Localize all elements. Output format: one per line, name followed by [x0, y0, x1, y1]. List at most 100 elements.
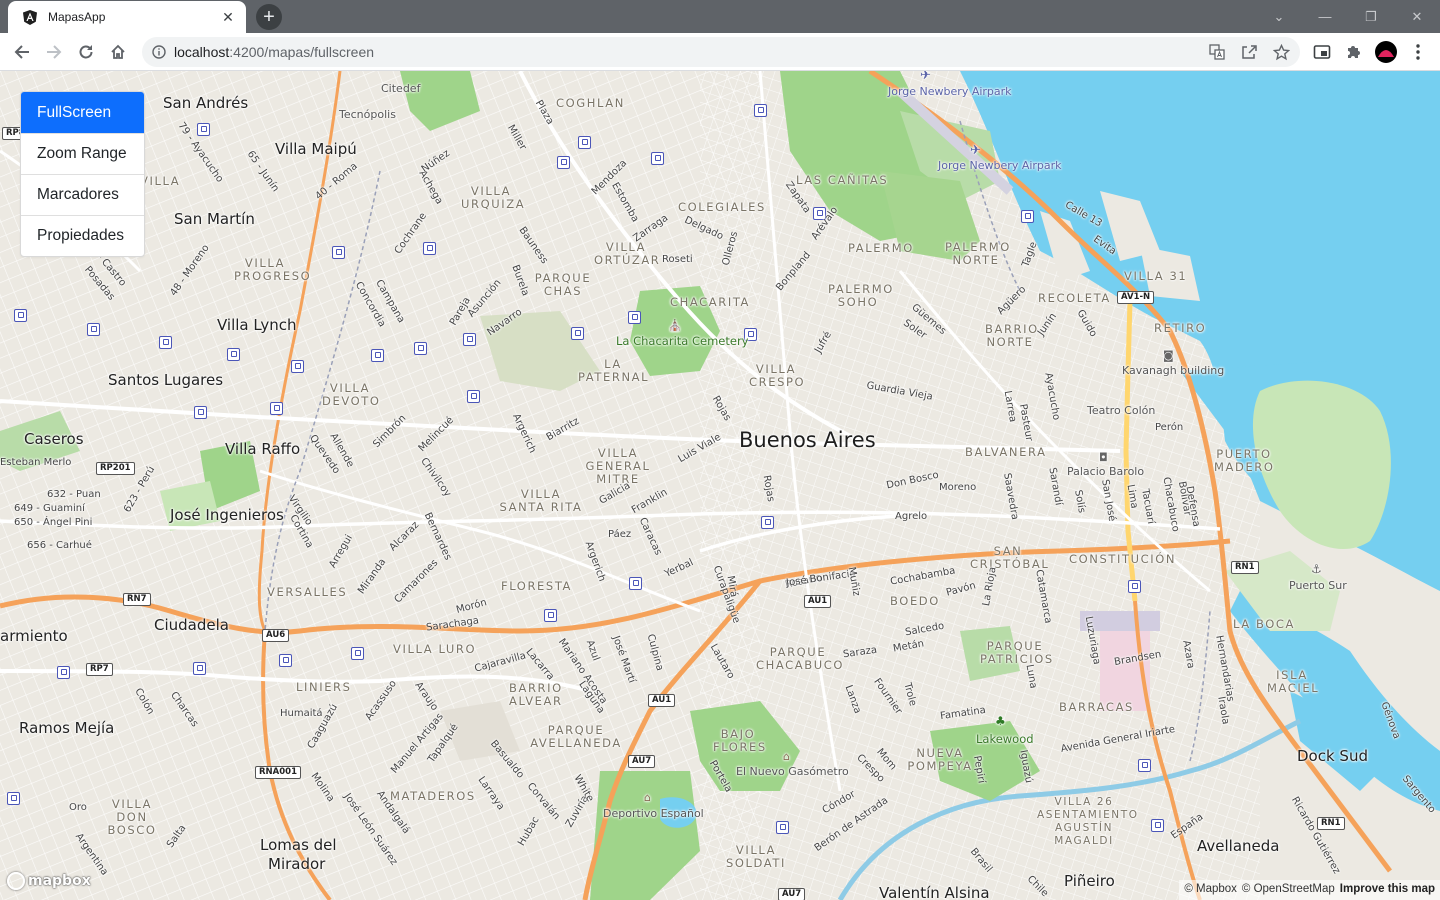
menu-item-fullscreen[interactable]: FullScreen	[21, 92, 144, 133]
rail-station-icon[interactable]	[463, 333, 476, 346]
tree-icon: ♣	[995, 714, 1006, 728]
rail-station-icon[interactable]	[571, 327, 584, 340]
rail-station-icon[interactable]	[557, 156, 570, 169]
browser-tab[interactable]: MapasApp ✕	[8, 1, 246, 33]
rail-station-icon[interactable]	[351, 647, 364, 660]
neighborhood-label: VILLA SANTA RITA	[499, 487, 583, 514]
neighborhood-label: VERSALLES	[267, 585, 348, 599]
road-shield: RP7	[86, 663, 113, 676]
minimize-icon[interactable]: —	[1302, 0, 1348, 33]
rail-station-icon[interactable]	[57, 666, 70, 679]
rail-station-icon[interactable]	[1138, 759, 1151, 772]
rail-station-icon[interactable]	[332, 246, 345, 259]
rail-station-icon[interactable]	[776, 821, 789, 834]
street-label: Perón	[1155, 422, 1184, 433]
reload-icon[interactable]	[72, 38, 100, 66]
translate-icon[interactable]	[1208, 43, 1226, 61]
road-shield: RP201	[96, 462, 135, 475]
poi-label: Teatro Colón	[1087, 404, 1156, 417]
profile-avatar[interactable]	[1375, 41, 1397, 63]
city-label: Caseros	[24, 430, 84, 448]
address-bar[interactable]: localhost:4200/mapas/fullscreen	[142, 37, 1300, 67]
poi-label: Kavanagh building	[1122, 364, 1225, 377]
neighborhood-label: VILLA 26 ASENTAMIENTO AGUSTÍN MAGALDI	[1037, 796, 1139, 847]
rail-station-icon[interactable]	[194, 406, 207, 419]
back-icon[interactable]	[8, 38, 36, 66]
restore-icon[interactable]: ❐	[1348, 0, 1394, 33]
rail-station-icon[interactable]	[1128, 580, 1141, 593]
rail-station-icon[interactable]	[578, 136, 591, 149]
rail-station-icon[interactable]	[227, 348, 240, 361]
mapbox-attribution-link[interactable]: © Mapbox	[1184, 883, 1237, 897]
neighborhood-label: RETIRO	[1154, 321, 1207, 335]
info-icon[interactable]	[152, 45, 166, 59]
city-label: Piñeiro	[1064, 872, 1115, 890]
rail-station-icon[interactable]	[197, 123, 210, 136]
street-label: Agrelo	[895, 511, 928, 522]
improve-map-link[interactable]: Improve this map	[1340, 883, 1435, 897]
rail-station-icon[interactable]	[279, 654, 292, 667]
street-label: Roseti	[662, 254, 693, 265]
menu-item-marcadores[interactable]: Marcadores	[21, 174, 144, 215]
neighborhood-label: BARRIO ALVEAR	[509, 681, 563, 708]
extensions-puzzle-icon[interactable]	[1344, 42, 1364, 62]
poi-label: Puerto Sur	[1289, 579, 1347, 592]
neighborhood-label: CONSTITUCIÓN	[1069, 552, 1177, 566]
browser-toolbar: localhost:4200/mapas/fullscreen	[0, 33, 1440, 71]
rail-station-icon[interactable]	[159, 336, 172, 349]
rail-station-icon[interactable]	[193, 662, 206, 675]
rail-station-icon[interactable]	[1021, 210, 1034, 223]
reading-mode-icon[interactable]	[1312, 42, 1332, 62]
neighborhood-label: PUERTO MADERO	[1214, 447, 1275, 474]
city-label: Avellaneda	[1197, 837, 1280, 855]
rail-station-icon[interactable]	[14, 309, 27, 322]
share-icon[interactable]	[1240, 43, 1258, 61]
rail-station-icon[interactable]	[754, 104, 767, 117]
home-icon[interactable]	[104, 38, 132, 66]
poi-label: Lakewood	[976, 732, 1034, 746]
rail-station-icon[interactable]	[629, 577, 642, 590]
new-tab-button[interactable]: +	[256, 4, 282, 30]
rail-station-icon[interactable]	[628, 311, 641, 324]
bookmark-star-icon[interactable]	[1272, 43, 1290, 61]
rail-station-icon[interactable]	[7, 792, 20, 805]
browser-menu-icon[interactable]	[1408, 42, 1428, 62]
neighborhood-label: PARQUE CHACABUCO	[756, 645, 845, 672]
camera-icon: ◙	[1163, 349, 1174, 362]
rail-station-icon[interactable]	[414, 342, 427, 355]
rail-station-icon[interactable]	[761, 516, 774, 529]
road-shield: AU7	[778, 888, 806, 900]
rail-station-icon[interactable]	[291, 360, 304, 373]
menu-item-zoom-range[interactable]: Zoom Range	[21, 133, 144, 174]
road-shield: AV1-N	[1117, 291, 1155, 304]
rail-station-icon[interactable]	[467, 390, 480, 403]
rail-station-icon[interactable]	[87, 323, 100, 336]
rail-station-icon[interactable]	[270, 402, 283, 415]
place-label: Tecnópolis	[339, 108, 396, 121]
neighborhood-label: BAJO FLORES	[713, 727, 767, 754]
close-tab-icon[interactable]: ✕	[220, 9, 236, 25]
mapbox-logo[interactable]: mapbox	[7, 872, 91, 890]
osm-attribution-link[interactable]: © OpenStreetMap	[1242, 883, 1335, 897]
mapbox-logo-icon	[7, 872, 25, 890]
city-label: José Ingenieros	[170, 506, 284, 524]
close-window-icon[interactable]: ✕	[1394, 0, 1440, 33]
rail-station-icon[interactable]	[423, 242, 436, 255]
neighborhood-label: VILLA 31	[1124, 269, 1188, 283]
tab-search-icon[interactable]: ⌄	[1256, 0, 1302, 33]
rail-station-icon[interactable]	[544, 609, 557, 622]
map-canvas[interactable]: AV1-N RP201 RN7 AU6 RP7 AU1 AU1 AU7 AU7 …	[0, 71, 1440, 900]
neighborhood-label: VILLA PUEYRREDÓN	[140, 175, 180, 188]
tab-title: MapasApp	[48, 10, 106, 24]
neighborhood-label: LINIERS	[296, 680, 352, 694]
rail-station-icon[interactable]	[651, 152, 664, 165]
street-label: Humaitá	[280, 708, 323, 719]
menu-item-propiedades[interactable]: Propiedades	[21, 215, 144, 256]
rail-station-icon[interactable]	[371, 349, 384, 362]
anchor-icon: ⚓	[1311, 562, 1322, 576]
rail-station-icon[interactable]	[1151, 819, 1164, 832]
forward-icon[interactable]	[40, 38, 68, 66]
street-label: Esteban Merlo	[0, 457, 72, 468]
neighborhood-label: VILLA PROGRESO	[234, 256, 312, 283]
airport-icon: ✈	[970, 143, 981, 158]
